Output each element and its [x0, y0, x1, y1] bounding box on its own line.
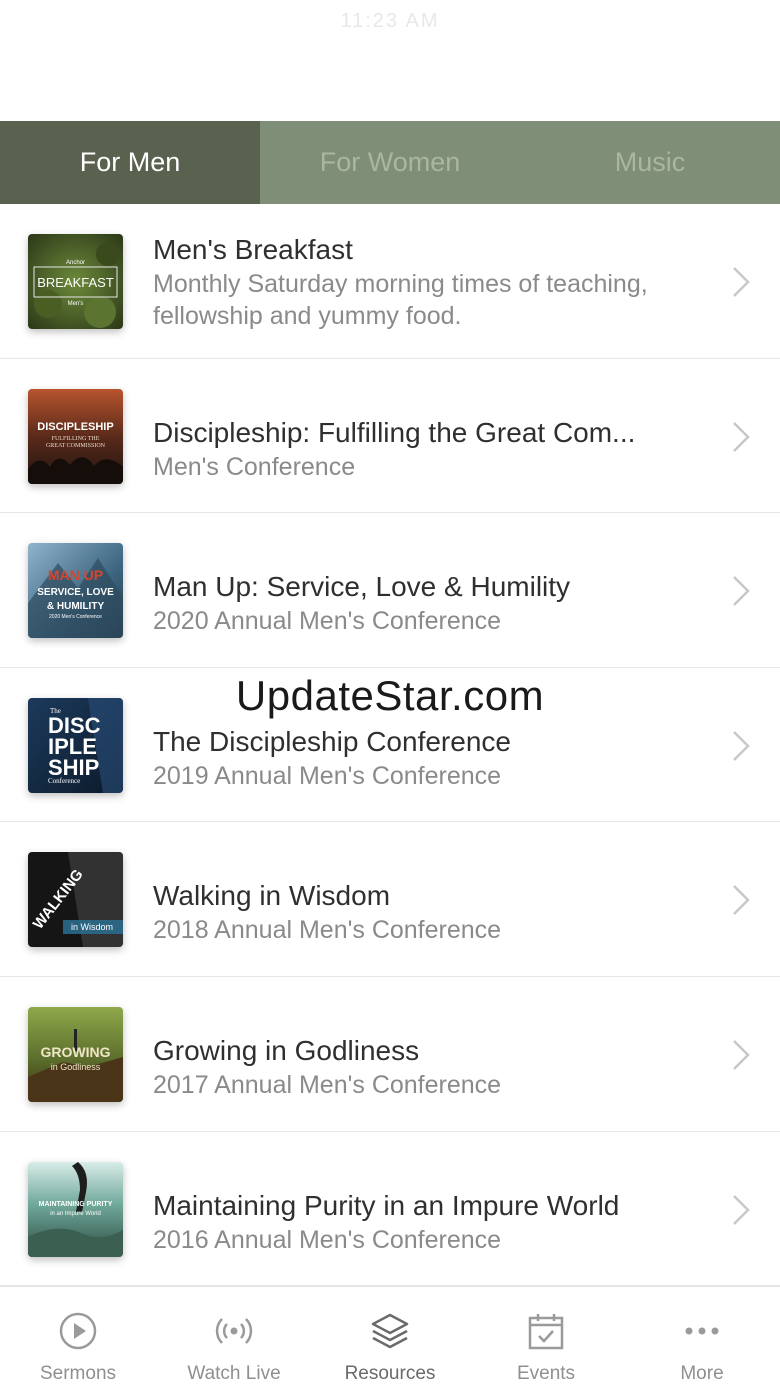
category-tabs: For Men For Women Music — [0, 121, 780, 204]
item-subtitle: 2018 Annual Men's Conference — [153, 916, 502, 945]
item-subtitle: 2019 Annual Men's Conference — [153, 761, 502, 790]
layers-icon — [371, 1313, 409, 1349]
svg-text:BREAKFAST: BREAKFAST — [37, 275, 114, 290]
play-circle-icon — [59, 1312, 97, 1350]
svg-text:SERVICE, LOVE: SERVICE, LOVE — [37, 587, 114, 598]
item-subtitle: 2016 Annual Men's Conference — [153, 1225, 502, 1254]
tabbar-label: Sermons — [39, 1363, 117, 1384]
tabbar-sermons[interactable]: Sermons — [0, 1287, 156, 1387]
svg-text:DISCIPLESHIP: DISCIPLESHIP — [37, 421, 113, 433]
list-item[interactable]: MAN UP SERVICE, LOVE & HUMILITY 2020 Men… — [0, 513, 780, 668]
svg-text:GROWING: GROWING — [41, 1044, 111, 1060]
svg-text:& HUMILITY: & HUMILITY — [47, 601, 105, 612]
tabbar-label: Watch Live — [187, 1363, 281, 1384]
chevron-right-icon — [733, 1194, 750, 1225]
item-title: Growing in Godliness — [153, 1034, 420, 1066]
item-subtitle: 2017 Annual Men's Conference — [153, 1070, 502, 1099]
item-title: The Discipleship Conference — [153, 725, 511, 757]
item-subtitle: 2020 Annual Men's Conference — [153, 607, 502, 636]
list-item[interactable]: WALKING in Wisdom Walking in Wisdom 2018… — [0, 822, 780, 977]
svg-text:MAINTAINING PURITY: MAINTAINING PURITY — [39, 1201, 113, 1208]
watermark: UpdateStar.com — [235, 672, 545, 719]
status-time: 11:23 AM — [340, 10, 440, 32]
svg-text:MAN UP: MAN UP — [48, 567, 103, 583]
chevron-right-icon — [733, 730, 750, 761]
tab-for-men[interactable]: For Men — [0, 121, 260, 204]
item-title: Maintaining Purity in an Impure World — [153, 1189, 620, 1221]
more-dots-icon — [685, 1327, 719, 1335]
item-title: Walking in Wisdom — [153, 880, 391, 912]
broadcast-icon — [215, 1318, 253, 1344]
chevron-right-icon — [733, 421, 750, 452]
item-title: Man Up: Service, Love & Humility — [153, 571, 571, 603]
tab-for-women[interactable]: For Women — [260, 121, 520, 204]
tabbar-resources[interactable]: Resources — [312, 1287, 468, 1387]
svg-text:FULFILLING THE: FULFILLING THE — [52, 436, 100, 442]
list-item[interactable]: GROWING in Godliness Growing in Godlines… — [0, 977, 780, 1132]
svg-text:2020 Men's Conference: 2020 Men's Conference — [49, 614, 102, 620]
tabbar-label: Resources — [344, 1363, 436, 1384]
tabbar-events[interactable]: Events — [468, 1287, 624, 1387]
tabbar-watch-live[interactable]: Watch Live — [156, 1287, 312, 1387]
tab-music[interactable]: Music — [520, 121, 780, 204]
thumbnail-growing-in-godliness: GROWING in Godliness — [28, 1006, 123, 1102]
svg-text:in Wisdom: in Wisdom — [71, 922, 113, 932]
list-item[interactable]: MAINTAINING PURITY in an Impure World Ma… — [0, 1132, 780, 1287]
svg-text:Anchor: Anchor — [66, 260, 85, 266]
list-item[interactable]: Anchor BREAKFAST Men's Men's Breakfast M… — [0, 204, 780, 359]
item-title: Men's Breakfast — [153, 234, 353, 265]
list-item[interactable]: DISCIPLESHIP FULFILLING THE GREAT COMMIS… — [0, 359, 780, 514]
calendar-check-icon — [528, 1314, 564, 1350]
thumbnail-discipleship: DISCIPLESHIP FULFILLING THE GREAT COMMIS… — [28, 388, 123, 484]
svg-text:in an Impure World: in an Impure World — [50, 1211, 101, 1217]
thumbnail-mens-breakfast: Anchor BREAKFAST Men's — [28, 234, 123, 329]
item-subtitle: Monthly Saturday morning times of teachi… — [153, 270, 648, 330]
svg-text:Men's: Men's — [68, 301, 84, 307]
tabbar-label: More — [680, 1363, 724, 1384]
chevron-right-icon — [733, 885, 750, 916]
chevron-right-icon — [733, 1040, 750, 1070]
tabbar-more[interactable]: More — [624, 1287, 780, 1387]
thumbnail-walking-in-wisdom: WALKING in Wisdom — [28, 852, 123, 948]
svg-text:Conference: Conference — [48, 777, 80, 785]
tabbar-label: Events — [516, 1363, 576, 1384]
resource-list: Anchor BREAKFAST Men's Men's Breakfast M… — [0, 204, 780, 1287]
chevron-right-icon — [733, 576, 750, 607]
item-subtitle: Men's Conference — [153, 452, 356, 481]
chevron-right-icon — [733, 267, 750, 297]
item-title: Discipleship: Fulfilling the Great Com..… — [153, 416, 636, 448]
svg-text:GREAT COMMISSION: GREAT COMMISSION — [46, 443, 106, 449]
thumbnail-maintaining-purity: MAINTAINING PURITY in an Impure World — [28, 1161, 123, 1257]
status-bar: 11:23 AM — [0, 0, 780, 121]
thumbnail-man-up: MAN UP SERVICE, LOVE & HUMILITY 2020 Men… — [28, 543, 123, 639]
bottom-tab-bar: Sermons Watch Live Resources Events More — [0, 1286, 780, 1387]
svg-text:in Godliness: in Godliness — [51, 1062, 101, 1072]
